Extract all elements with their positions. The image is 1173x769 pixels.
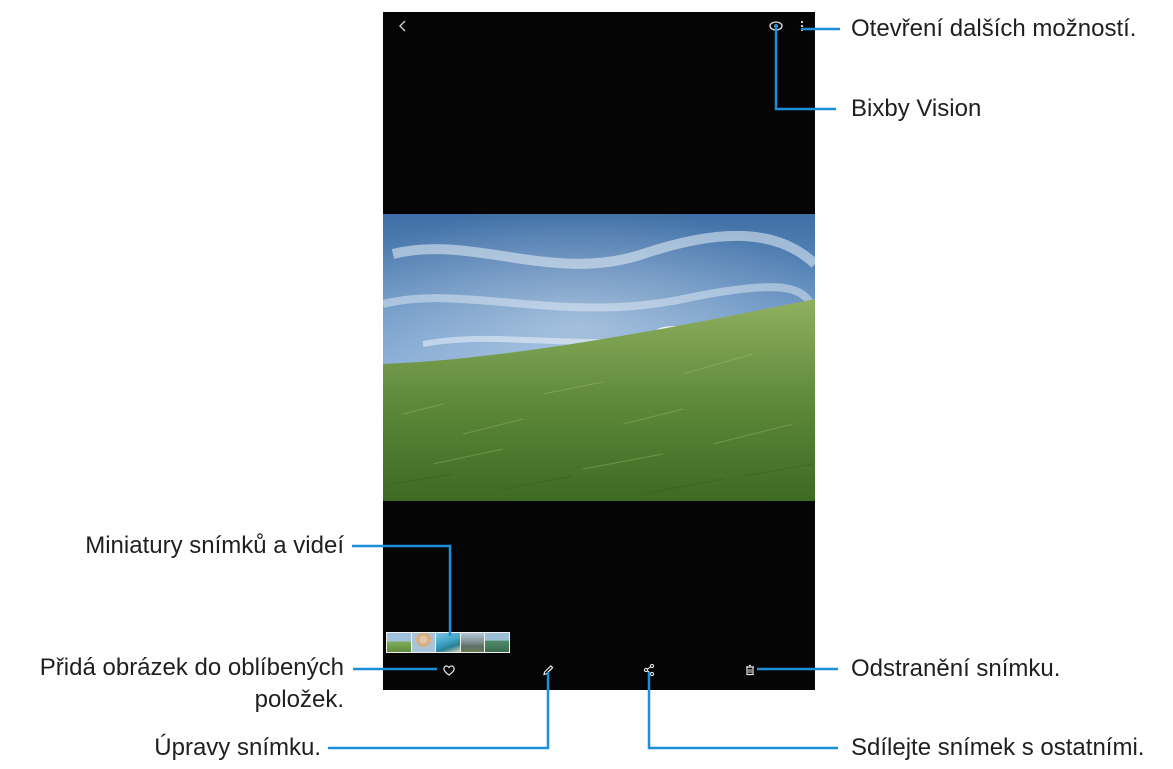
- thumbnail-landscape[interactable]: [485, 633, 509, 652]
- callout-bixby-vision: Bixby Vision: [851, 95, 982, 122]
- thumbnail-coast[interactable]: [436, 633, 460, 652]
- callout-share: Sdílejte snímek s ostatními.: [851, 734, 1145, 761]
- more-vertical-icon[interactable]: [794, 18, 810, 34]
- pencil-icon[interactable]: [540, 662, 556, 678]
- callout-edit: Úpravy snímku.: [154, 734, 321, 761]
- back-arrow-icon[interactable]: [395, 18, 411, 34]
- callout-more-options: Otevření dalších možností.: [851, 15, 1137, 42]
- callout-favorite-line1: Přidá obrázek do oblíbených: [39, 654, 344, 681]
- callout-favorite-line2: položek.: [254, 686, 344, 713]
- gallery-viewer-screen: [383, 12, 815, 690]
- eye-icon[interactable]: [768, 18, 784, 34]
- thumbnail-city[interactable]: [460, 633, 485, 652]
- main-photo[interactable]: [383, 214, 815, 501]
- thumbnail-grass[interactable]: [387, 633, 411, 652]
- callout-thumbnails: Miniatury snímků a videí: [85, 532, 344, 559]
- thumbnail-strip: [386, 632, 510, 653]
- thumbnail-person[interactable]: [411, 633, 436, 652]
- share-icon[interactable]: [641, 662, 657, 678]
- trash-icon[interactable]: [742, 662, 758, 678]
- heart-icon[interactable]: [441, 662, 457, 678]
- callout-delete: Odstranění snímku.: [851, 655, 1061, 682]
